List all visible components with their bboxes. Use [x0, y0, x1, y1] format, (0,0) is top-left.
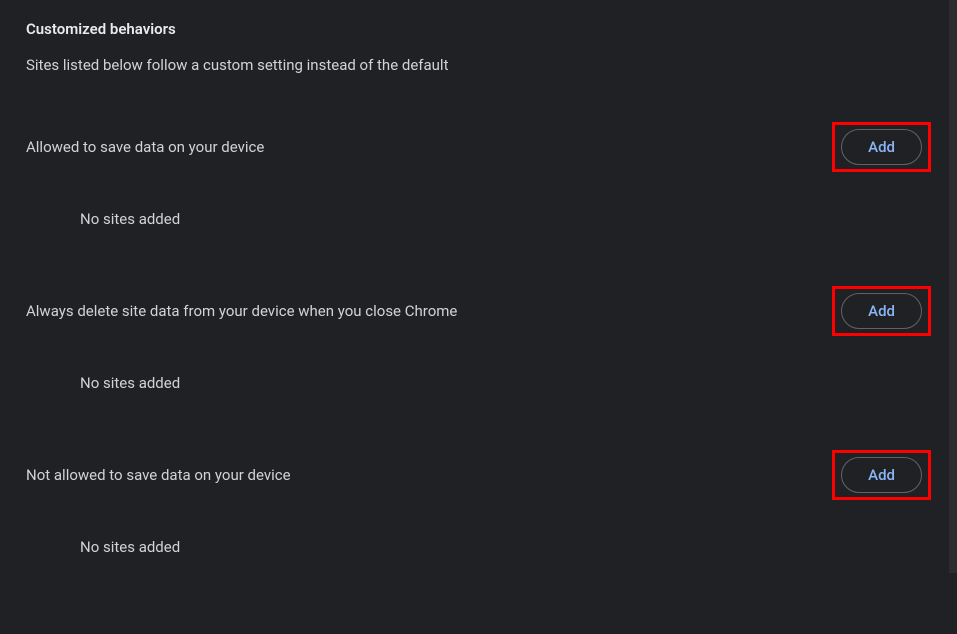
add-button-allowed[interactable]: Add: [841, 129, 922, 165]
add-button-delete-on-close[interactable]: Add: [841, 293, 922, 329]
highlight-box: Add: [832, 450, 931, 500]
settings-panel: Customized behaviors Sites listed below …: [0, 0, 957, 634]
setting-label-not-allowed: Not allowed to save data on your device: [26, 466, 291, 484]
scrollbar-track[interactable]: [949, 0, 957, 573]
highlight-box: Add: [832, 122, 931, 172]
setting-row-allowed: Allowed to save data on your device Add: [26, 122, 931, 172]
empty-text-allowed: No sites added: [80, 210, 931, 228]
empty-text-not-allowed: No sites added: [80, 538, 931, 556]
setting-row-delete-on-close: Always delete site data from your device…: [26, 286, 931, 336]
section-title: Customized behaviors: [26, 20, 931, 38]
empty-text-delete-on-close: No sites added: [80, 374, 931, 392]
highlight-box: Add: [832, 286, 931, 336]
setting-label-allowed: Allowed to save data on your device: [26, 138, 264, 156]
setting-label-delete-on-close: Always delete site data from your device…: [26, 302, 457, 320]
add-button-not-allowed[interactable]: Add: [841, 457, 922, 493]
setting-row-not-allowed: Not allowed to save data on your device …: [26, 450, 931, 500]
section-subtitle: Sites listed below follow a custom setti…: [26, 56, 931, 74]
